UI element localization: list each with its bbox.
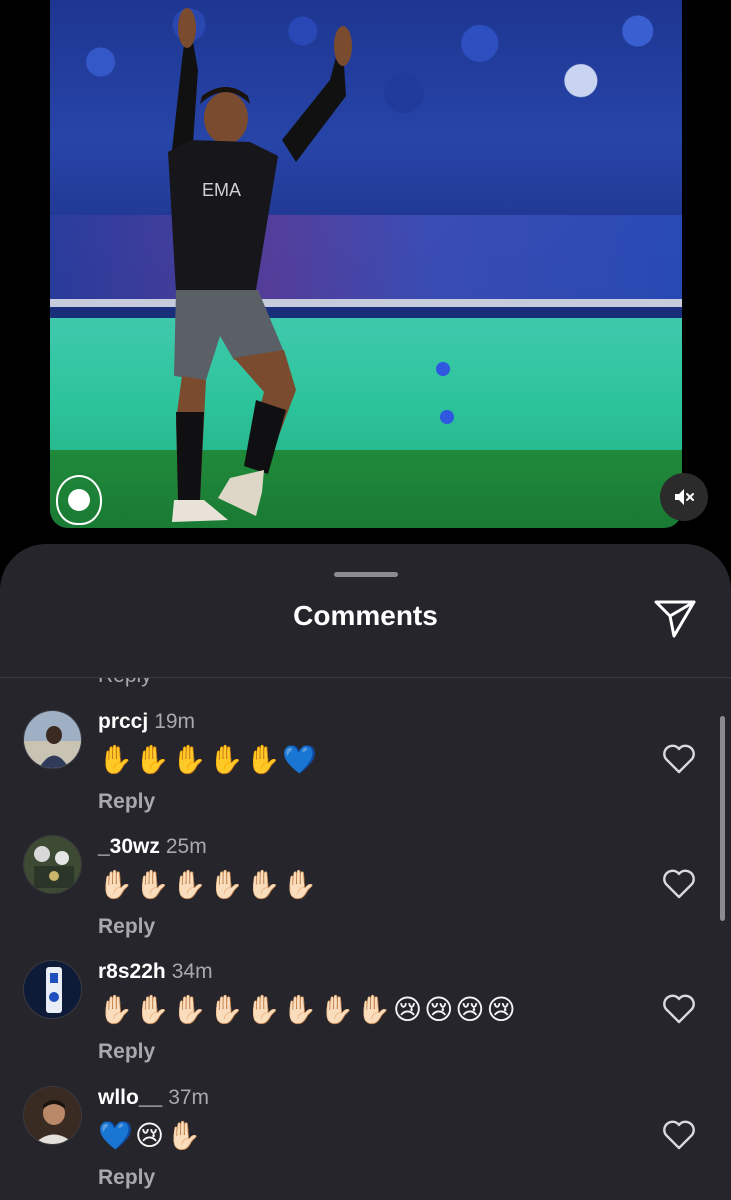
heart-icon[interactable]: [662, 869, 696, 899]
comment-header: wllo__ 37m: [98, 1086, 209, 1110]
comment-username[interactable]: _30wz: [98, 835, 160, 858]
avatar[interactable]: [23, 835, 82, 894]
reply-link[interactable]: Reply: [98, 1166, 155, 1190]
heart-icon[interactable]: [662, 1120, 696, 1150]
comment-time: 25m: [165, 835, 207, 858]
svg-text:EMA: EMA: [202, 180, 241, 200]
heart-icon[interactable]: [662, 744, 696, 774]
reply-link[interactable]: Reply: [98, 678, 152, 688]
comment-item: wllo__ 37m 💙😢✋🏻 Reply: [0, 1086, 731, 1200]
comment-time: 37m: [168, 1086, 210, 1109]
comment-text: ✋🏻✋🏻✋🏻✋🏻✋🏻✋🏻✋🏻✋🏻😢😢😢😢: [98, 994, 518, 1025]
comment-header: _30wz 25m: [98, 835, 207, 859]
comment-username[interactable]: wllo__: [98, 1086, 162, 1109]
player-figure: EMA: [168, 8, 352, 522]
comment-item: _30wz 25m ✋🏻✋🏻✋🏻✋🏻✋🏻✋🏻 Reply: [0, 835, 731, 955]
comment-item: prccj 19m ✋✋✋✋✋💙 Reply: [0, 710, 731, 830]
mute-button[interactable]: [660, 473, 708, 521]
mute-icon: [675, 489, 694, 505]
comment-text: 💙😢✋🏻: [98, 1120, 203, 1151]
sheet-grabber[interactable]: [334, 572, 398, 577]
avatar[interactable]: [23, 1086, 82, 1145]
comment-header: r8s22h 34m: [98, 960, 213, 984]
heart-icon[interactable]: [662, 994, 696, 1024]
share-icon: [654, 600, 696, 638]
app-screen: EMA Comments prccj 19m ✋✋✋✋✋💙 Reply _30w…: [0, 0, 731, 1200]
avatar[interactable]: [23, 710, 82, 769]
share-button[interactable]: [652, 596, 698, 640]
scrollbar[interactable]: [720, 716, 725, 921]
avatar[interactable]: [23, 960, 82, 1019]
reply-link[interactable]: Reply: [98, 790, 155, 814]
comment-text: ✋🏻✋🏻✋🏻✋🏻✋🏻✋🏻: [98, 869, 320, 900]
comment-time: 34m: [171, 960, 213, 983]
team-crest-logo: [56, 475, 102, 525]
comment-username[interactable]: prccj: [98, 710, 148, 733]
comment-header: prccj 19m: [98, 710, 195, 734]
comment-item: r8s22h 34m ✋🏻✋🏻✋🏻✋🏻✋🏻✋🏻✋🏻✋🏻😢😢😢😢 Reply: [0, 960, 731, 1080]
sheet-title: Comments: [293, 600, 438, 631]
comment-username[interactable]: r8s22h: [98, 960, 166, 983]
comment-text: ✋✋✋✋✋💙: [98, 744, 320, 775]
comment-time: 19m: [154, 710, 196, 733]
reply-link[interactable]: Reply: [98, 1040, 155, 1064]
comments-sheet: Comments Reply: [0, 544, 731, 1200]
reply-link[interactable]: Reply: [98, 915, 155, 939]
comments-list[interactable]: Reply prccj 19m ✋✋✋✋✋💙 Reply: [0, 678, 731, 1200]
post-media[interactable]: EMA: [50, 0, 682, 528]
